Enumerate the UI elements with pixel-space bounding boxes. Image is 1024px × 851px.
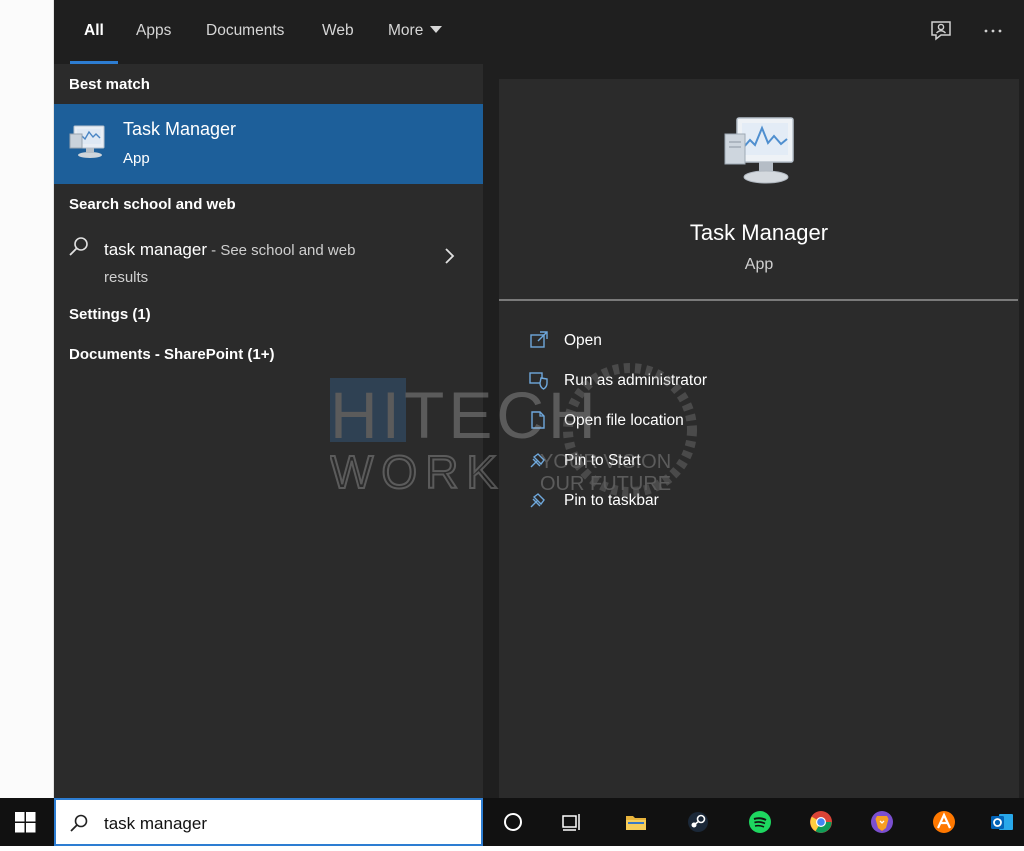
spotify-icon[interactable] [736, 798, 784, 846]
pin-icon [529, 450, 549, 470]
detail-divider [499, 299, 1018, 301]
folder-icon [529, 410, 549, 430]
file-explorer-icon[interactable] [612, 798, 660, 846]
shield-icon [529, 370, 549, 390]
chevron-down-icon [430, 26, 443, 34]
web-result-suffix: - See school and web [207, 242, 356, 259]
action-open-file-location-label: Open file location [564, 412, 684, 429]
action-open[interactable]: Open [499, 323, 1019, 363]
steam-icon[interactable] [674, 798, 722, 846]
task-view-icon[interactable] [548, 798, 596, 846]
action-pin-to-taskbar[interactable]: Pin to taskbar [499, 483, 1019, 523]
action-open-label: Open [564, 332, 602, 349]
web-result-suffix-2: results [104, 269, 149, 286]
pin-icon [529, 490, 549, 510]
tab-more[interactable]: More [388, 0, 443, 64]
action-pin-to-taskbar-label: Pin to taskbar [564, 492, 659, 509]
windows-start-button[interactable] [0, 798, 53, 846]
detail-subtitle: App [744, 256, 774, 273]
chevron-right-icon[interactable] [442, 246, 456, 266]
web-search-result[interactable]: task manager - See school and web result… [54, 224, 483, 290]
action-open-file-location[interactable]: Open file location [499, 403, 1019, 443]
tab-apps[interactable]: Apps [136, 0, 171, 64]
web-result-query: task manager [104, 240, 207, 259]
tab-more-label: More [388, 22, 424, 39]
details-card: Task Manager App Open Run as administrat… [499, 79, 1019, 798]
open-icon [529, 330, 549, 350]
web-heading: Search school and web [69, 196, 236, 213]
more-options-icon[interactable] [980, 18, 1006, 44]
taskbar: task manager [0, 798, 1024, 846]
chrome-icon[interactable] [797, 798, 845, 846]
best-match-heading: Best match [69, 76, 150, 93]
tab-documents[interactable]: Documents [206, 0, 284, 64]
detail-title: Task Manager [689, 220, 829, 245]
desktop-background [0, 0, 54, 798]
brave-icon[interactable] [858, 798, 906, 846]
avast-icon[interactable] [920, 798, 968, 846]
results-pane: Best match Task Manager App Search schoo… [54, 64, 483, 798]
web-result-text: task manager - See school and web result… [104, 237, 404, 291]
documents-heading[interactable]: Documents - SharePoint (1+) [69, 346, 274, 363]
best-match-result[interactable]: Task Manager App [54, 104, 483, 184]
windows-logo-icon [15, 812, 36, 833]
taskbar-search-box[interactable]: task manager [54, 798, 483, 846]
tab-all[interactable]: All [70, 0, 118, 64]
action-run-as-admin[interactable]: Run as administrator [499, 363, 1019, 403]
action-pin-to-start[interactable]: Pin to Start [499, 443, 1019, 483]
details-pane: Task Manager App Open Run as administrat… [483, 64, 1024, 798]
cortana-icon[interactable] [489, 798, 537, 846]
search-icon [67, 235, 91, 259]
action-pin-to-start-label: Pin to Start [564, 452, 641, 469]
search-input[interactable]: task manager [104, 814, 207, 834]
task-manager-icon [68, 122, 108, 162]
best-match-subtitle: App [123, 150, 150, 167]
feedback-icon[interactable] [928, 18, 954, 44]
action-run-as-admin-label: Run as administrator [564, 372, 708, 389]
task-manager-large-icon [721, 114, 797, 190]
best-match-title: Task Manager [123, 119, 237, 139]
settings-heading[interactable]: Settings (1) [69, 306, 151, 323]
outlook-icon[interactable] [978, 798, 1024, 846]
search-flyout: All Apps Documents Web More Best match T… [54, 0, 1024, 798]
tab-web[interactable]: Web [322, 0, 354, 64]
search-tab-bar: All Apps Documents Web More [54, 0, 1024, 64]
search-icon [68, 813, 90, 835]
